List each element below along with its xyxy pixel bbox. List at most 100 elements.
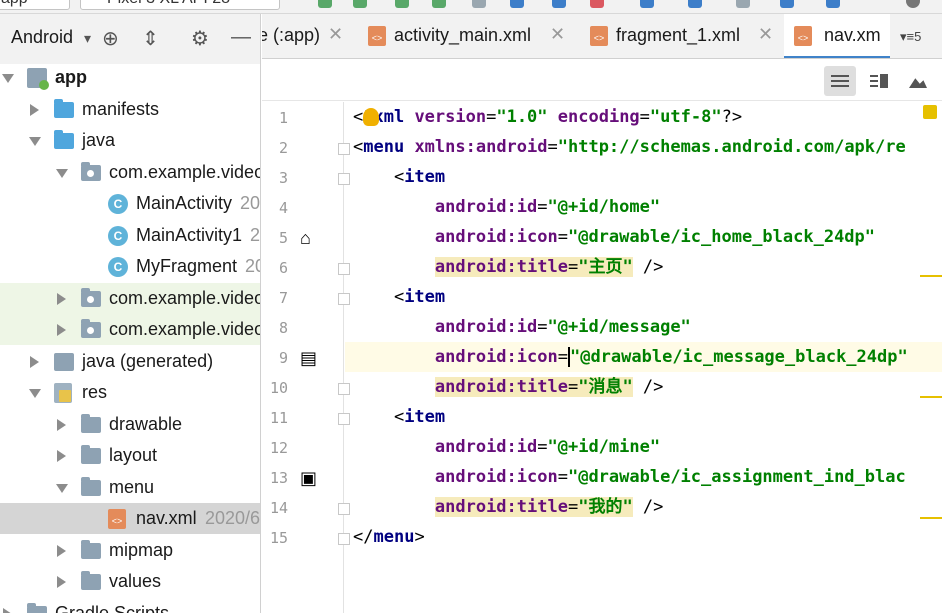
- code-line[interactable]: android:id="@+id/mine": [345, 432, 942, 462]
- chevron-down-icon[interactable]: [2, 74, 14, 83]
- split-view-button[interactable]: [863, 66, 895, 96]
- lightbulb-icon[interactable]: [363, 108, 379, 126]
- code-line[interactable]: <item: [345, 162, 942, 192]
- line-number: 8: [278, 319, 288, 337]
- tree-item[interactable]: Gradle Scripts: [0, 598, 260, 613]
- code-line[interactable]: </menu>: [345, 522, 942, 552]
- chevron-down-icon[interactable]: [56, 483, 68, 493]
- code-line-content: <item: [353, 167, 445, 187]
- tab-label: e (:app): [262, 25, 321, 45]
- chevron-down-icon[interactable]: [56, 168, 68, 178]
- warning-marker-icon[interactable]: [923, 105, 937, 119]
- search-icon[interactable]: [906, 0, 920, 8]
- tree-item[interactable]: java: [0, 125, 260, 156]
- code-line[interactable]: android:title="我的" />: [345, 492, 942, 522]
- locate-icon[interactable]: ⊕: [102, 26, 119, 51]
- tree-item[interactable]: manifests: [0, 94, 260, 125]
- code-token: "1.0": [496, 107, 548, 127]
- tree-item[interactable]: values: [0, 566, 260, 597]
- debug-icon[interactable]: [432, 0, 446, 8]
- project-structure-icon[interactable]: [640, 0, 654, 8]
- tab-nav-xml[interactable]: <> nav.xm: [784, 14, 890, 58]
- chevron-down-icon[interactable]: [29, 389, 41, 398]
- avd-manager-icon[interactable]: [736, 0, 750, 8]
- code-line[interactable]: android:id="@+id/home": [345, 192, 942, 222]
- tree-item-label: java (generated): [82, 350, 214, 371]
- error-stripe[interactable]: [920, 517, 942, 519]
- device-file-explorer-icon[interactable]: [780, 0, 794, 8]
- chevron-right-icon[interactable]: [57, 450, 66, 462]
- chevron-right-icon[interactable]: [57, 418, 66, 431]
- chevron-right-icon[interactable]: [3, 607, 12, 613]
- project-view-selector[interactable]: Android: [11, 27, 73, 48]
- code-line[interactable]: <item: [345, 402, 942, 432]
- close-icon[interactable]: ✕: [758, 24, 773, 45]
- download-icon[interactable]: [826, 0, 840, 8]
- module-selector[interactable]: app: [0, 0, 70, 10]
- run-icon[interactable]: [395, 0, 409, 8]
- error-stripe[interactable]: [920, 275, 942, 277]
- code-line[interactable]: android:icon= "@drawable/ic_message_black…: [345, 342, 942, 372]
- design-view-button[interactable]: [902, 66, 934, 96]
- tree-item[interactable]: layout: [0, 440, 260, 471]
- chevron-right-icon[interactable]: [57, 576, 66, 588]
- close-icon[interactable]: ✕: [328, 24, 343, 45]
- code-line[interactable]: android:title="主页" />: [345, 252, 942, 282]
- code-line[interactable]: <?xml version="1.0" encoding="utf-8"?>: [345, 102, 942, 132]
- chevron-right-icon[interactable]: [57, 292, 66, 305]
- chevron-down-icon[interactable]: ▾: [84, 30, 91, 47]
- message-icon[interactable]: ▤: [300, 349, 318, 367]
- code-editor[interactable]: <?xml version="1.0" encoding="utf-8"?><m…: [345, 102, 942, 613]
- sdk-manager-icon[interactable]: [688, 0, 702, 8]
- code-line[interactable]: android:icon="@drawable/ic_home_black_24…: [345, 222, 942, 252]
- tree-item[interactable]: drawable: [0, 409, 260, 440]
- sync-icon[interactable]: [552, 0, 566, 8]
- chevron-right-icon[interactable]: [57, 544, 66, 557]
- tree-item[interactable]: C MainActivity1 20: [0, 220, 260, 251]
- code-line[interactable]: <item: [345, 282, 942, 312]
- collapse-all-icon[interactable]: ⇕: [142, 26, 159, 51]
- code-line[interactable]: android:title="消息" />: [345, 372, 942, 402]
- stop-icon[interactable]: [590, 0, 604, 8]
- assignment-ind-icon[interactable]: ▣: [300, 469, 318, 487]
- tree-item[interactable]: C MyFragment 202: [0, 251, 260, 282]
- tree-item[interactable]: com.example.videovi: [0, 157, 260, 188]
- close-icon[interactable]: ✕: [550, 24, 565, 45]
- code-line-content: android:icon="@drawable/ic_assignment_in…: [353, 467, 906, 487]
- home-icon[interactable]: ⌂: [300, 229, 318, 247]
- code-view-button[interactable]: [824, 66, 856, 96]
- line-number: 13: [269, 469, 288, 487]
- tab-fragment-1[interactable]: <> fragment_1.xml ✕: [582, 14, 782, 58]
- apply-changes-icon[interactable]: [318, 0, 332, 8]
- apply-code-changes-icon[interactable]: [353, 0, 367, 8]
- tree-item[interactable]: <> nav.xml 2020/6/6: [0, 503, 260, 534]
- device-selector[interactable]: Pixel 3 XL API 28: [80, 0, 280, 10]
- hide-panel-icon[interactable]: —: [231, 26, 251, 49]
- profile-icon[interactable]: [472, 0, 486, 8]
- chevron-right-icon[interactable]: [57, 324, 66, 336]
- tab-activity-main[interactable]: <> activity_main.xml ✕: [362, 14, 572, 58]
- code-line[interactable]: android:id="@+id/message": [345, 312, 942, 342]
- chevron-down-icon[interactable]: [29, 137, 41, 146]
- gear-icon[interactable]: ⚙: [191, 26, 209, 51]
- tree-item[interactable]: com.example.videovi: [0, 314, 260, 345]
- tree-item[interactable]: C MainActivity 2020: [0, 188, 261, 219]
- code-line[interactable]: android:icon="@drawable/ic_assignment_in…: [345, 462, 942, 492]
- tree-item[interactable]: mipmap: [0, 535, 260, 566]
- attach-debugger-icon[interactable]: [510, 0, 524, 8]
- code-token: "@drawable/ic_home_black_24dp": [567, 227, 876, 247]
- tree-item[interactable]: java (generated): [0, 346, 260, 377]
- tabs-overflow-button[interactable]: ▾≡5: [900, 29, 921, 45]
- tree-item[interactable]: com.example.videovi: [0, 282, 260, 314]
- tree-item[interactable]: app: [0, 62, 260, 93]
- tab-app-build[interactable]: e (:app) ✕: [262, 14, 352, 58]
- tree-item[interactable]: menu: [0, 472, 260, 503]
- code-line[interactable]: <menu xmlns:android="http://schemas.andr…: [345, 132, 942, 162]
- tree-item-date: 2020: [240, 193, 261, 213]
- chevron-right-icon[interactable]: [30, 103, 39, 116]
- code-token: <: [353, 137, 364, 157]
- error-stripe[interactable]: [920, 396, 942, 398]
- chevron-right-icon[interactable]: [30, 355, 39, 368]
- tree-item[interactable]: res: [0, 377, 260, 408]
